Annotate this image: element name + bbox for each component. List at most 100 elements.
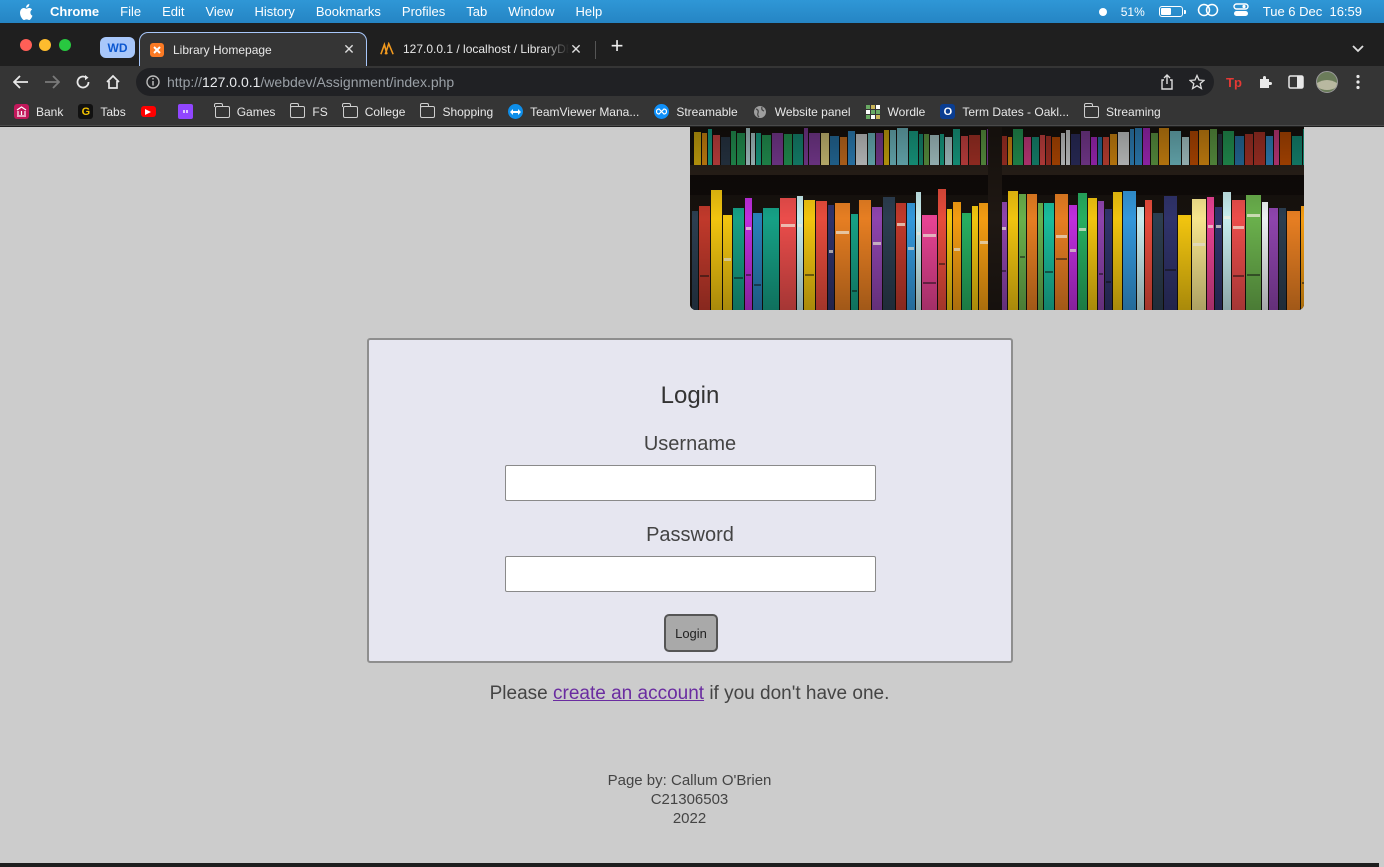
bookmark-website-panel[interactable]: Website panel bbox=[753, 104, 851, 119]
bookmark-streamable[interactable]: Streamable bbox=[654, 104, 738, 119]
clock[interactable]: Tue 6 Dec 16:59 bbox=[1263, 4, 1362, 19]
bookmark-label: Streamable bbox=[676, 104, 738, 119]
bookmark-label: TeamViewer Mana... bbox=[530, 104, 640, 119]
tab-separator bbox=[595, 41, 596, 59]
menu-app-name[interactable]: Chrome bbox=[50, 4, 99, 19]
youtube-icon bbox=[140, 106, 156, 117]
bookmark-star-icon[interactable] bbox=[1188, 73, 1206, 91]
bookmark-wordle[interactable]: Wordle bbox=[866, 104, 926, 119]
bookmark-twitch[interactable] bbox=[177, 104, 200, 119]
share-icon[interactable] bbox=[1158, 73, 1176, 91]
more-menu-icon[interactable] bbox=[1349, 73, 1367, 91]
menu-view[interactable]: View bbox=[205, 4, 233, 19]
bookmark-folder-fs[interactable]: FS bbox=[290, 102, 328, 119]
side-panel-icon[interactable] bbox=[1287, 73, 1305, 91]
signup-prefix: Please bbox=[489, 683, 553, 704]
url-text[interactable]: http://127.0.0.1/webdev/Assignment/index… bbox=[167, 74, 454, 90]
tab-title: Library Homepage bbox=[173, 42, 272, 57]
url-host: 127.0.0.1 bbox=[202, 74, 261, 90]
password-input[interactable] bbox=[505, 556, 876, 592]
twitch-icon bbox=[177, 104, 193, 119]
username-label: Username bbox=[643, 433, 737, 455]
bookmark-label: Streaming bbox=[1106, 104, 1161, 119]
folder-icon bbox=[1083, 102, 1100, 119]
bookmark-label: College bbox=[364, 104, 406, 119]
bookmark-label: Wordle bbox=[887, 104, 926, 119]
bookmark-teamviewer[interactable]: TeamViewer Mana... bbox=[508, 104, 639, 119]
new-tab-plus-icon[interactable]: + bbox=[608, 35, 626, 57]
menu-edit[interactable]: Edit bbox=[162, 4, 184, 19]
extensions-puzzle-icon[interactable] bbox=[1257, 73, 1275, 91]
bookmark-label: Term Dates - Oakl... bbox=[962, 104, 1070, 119]
menu-bookmarks[interactable]: Bookmarks bbox=[316, 4, 381, 19]
tab-search-chevron-icon[interactable] bbox=[1352, 40, 1364, 53]
bookmark-folder-shopping[interactable]: Shopping bbox=[420, 102, 493, 119]
bookmark-folder-college[interactable]: College bbox=[342, 102, 406, 119]
close-tab-icon[interactable]: ✕ bbox=[342, 41, 356, 58]
site-info-icon[interactable] bbox=[145, 74, 161, 90]
close-window-button[interactable] bbox=[20, 39, 32, 51]
tab-phpmyadmin[interactable]: 127.0.0.1 / localhost / LibraryDB ✕ bbox=[370, 32, 593, 66]
signup-suffix: if you don't have one. bbox=[704, 683, 890, 704]
folder-icon bbox=[214, 102, 230, 119]
page-footer: Page by: Callum O'Brien C21306503 2022 bbox=[0, 771, 1379, 828]
close-tab-icon[interactable]: ✕ bbox=[569, 41, 583, 58]
bookmark-bank[interactable]: Bank bbox=[14, 104, 63, 119]
home-icon[interactable] bbox=[104, 73, 122, 91]
globe-icon bbox=[753, 104, 768, 119]
tab-title: 127.0.0.1 / localhost / LibraryDB bbox=[403, 42, 569, 56]
scrollbar-gutter bbox=[1379, 127, 1384, 867]
password-label: Password bbox=[646, 524, 734, 546]
bookmark-label: Website panel bbox=[774, 104, 851, 119]
url-path: /webdev/Assignment/index.php bbox=[260, 74, 455, 90]
login-button[interactable]: Login bbox=[664, 614, 718, 652]
battery-icon[interactable] bbox=[1158, 6, 1186, 17]
battery-fill bbox=[1160, 8, 1171, 15]
control-center-icon[interactable] bbox=[1233, 3, 1249, 20]
extension-tp-icon[interactable]: Tp bbox=[1226, 73, 1244, 91]
footer-year: 2022 bbox=[672, 810, 707, 827]
outlook-icon: O bbox=[940, 104, 956, 119]
bookmark-folder-games[interactable]: Games bbox=[214, 102, 275, 119]
apple-icon[interactable] bbox=[18, 3, 34, 20]
folder-icon bbox=[290, 102, 306, 119]
zoom-window-button[interactable] bbox=[59, 39, 71, 51]
menu-window[interactable]: Window bbox=[508, 4, 554, 19]
browser-toolbar: http://127.0.0.1/webdev/Assignment/index… bbox=[0, 66, 1384, 98]
xampp-icon bbox=[150, 42, 164, 57]
screen-mirroring-icon[interactable] bbox=[1197, 3, 1219, 20]
menu-tab[interactable]: Tab bbox=[466, 4, 487, 19]
folder-icon bbox=[420, 102, 436, 119]
bookmark-youtube[interactable] bbox=[140, 106, 163, 117]
create-account-link[interactable]: create an account bbox=[553, 683, 704, 704]
tab-group-chip[interactable]: WD bbox=[100, 37, 135, 58]
profile-avatar[interactable] bbox=[1316, 71, 1338, 93]
login-form: Login Username Password Login bbox=[367, 338, 1013, 663]
menu-history[interactable]: History bbox=[254, 4, 294, 19]
menu-file[interactable]: File bbox=[120, 4, 141, 19]
bookshelf-banner-image bbox=[690, 127, 1304, 310]
bookmark-label: Bank bbox=[36, 104, 64, 119]
bookmark-label: FS bbox=[312, 104, 328, 119]
bookmark-label: Tabs bbox=[100, 104, 126, 119]
recording-dot-icon[interactable] bbox=[1098, 7, 1107, 16]
back-arrow-icon[interactable] bbox=[12, 73, 30, 91]
menu-help[interactable]: Help bbox=[576, 4, 603, 19]
forward-arrow-icon[interactable] bbox=[43, 73, 61, 91]
bookmark-folder-streaming[interactable]: Streaming bbox=[1083, 102, 1161, 119]
minimize-window-button[interactable] bbox=[39, 39, 51, 51]
login-heading: Login bbox=[660, 382, 720, 409]
signup-prompt: Please create an account if you don't ha… bbox=[0, 683, 1379, 705]
folder-icon bbox=[342, 102, 358, 119]
username-input[interactable] bbox=[505, 465, 876, 501]
bookmark-tabs[interactable]: G Tabs bbox=[78, 104, 126, 119]
address-bar[interactable]: http://127.0.0.1/webdev/Assignment/index… bbox=[136, 68, 1214, 96]
menu-profiles[interactable]: Profiles bbox=[402, 4, 445, 19]
bookmark-term-dates[interactable]: O Term Dates - Oakl... bbox=[940, 104, 1069, 119]
footer-student-id: C21306503 bbox=[650, 791, 729, 808]
tab-strip: WD Library Homepage ✕ 127.0.0.1 / localh… bbox=[0, 23, 1384, 66]
streamable-icon bbox=[654, 104, 670, 119]
bookmarks-bar: Bank G Tabs Games FS College Shopping Tea… bbox=[0, 98, 1384, 126]
tab-library-homepage[interactable]: Library Homepage ✕ bbox=[139, 32, 367, 66]
reload-icon[interactable] bbox=[74, 73, 92, 91]
